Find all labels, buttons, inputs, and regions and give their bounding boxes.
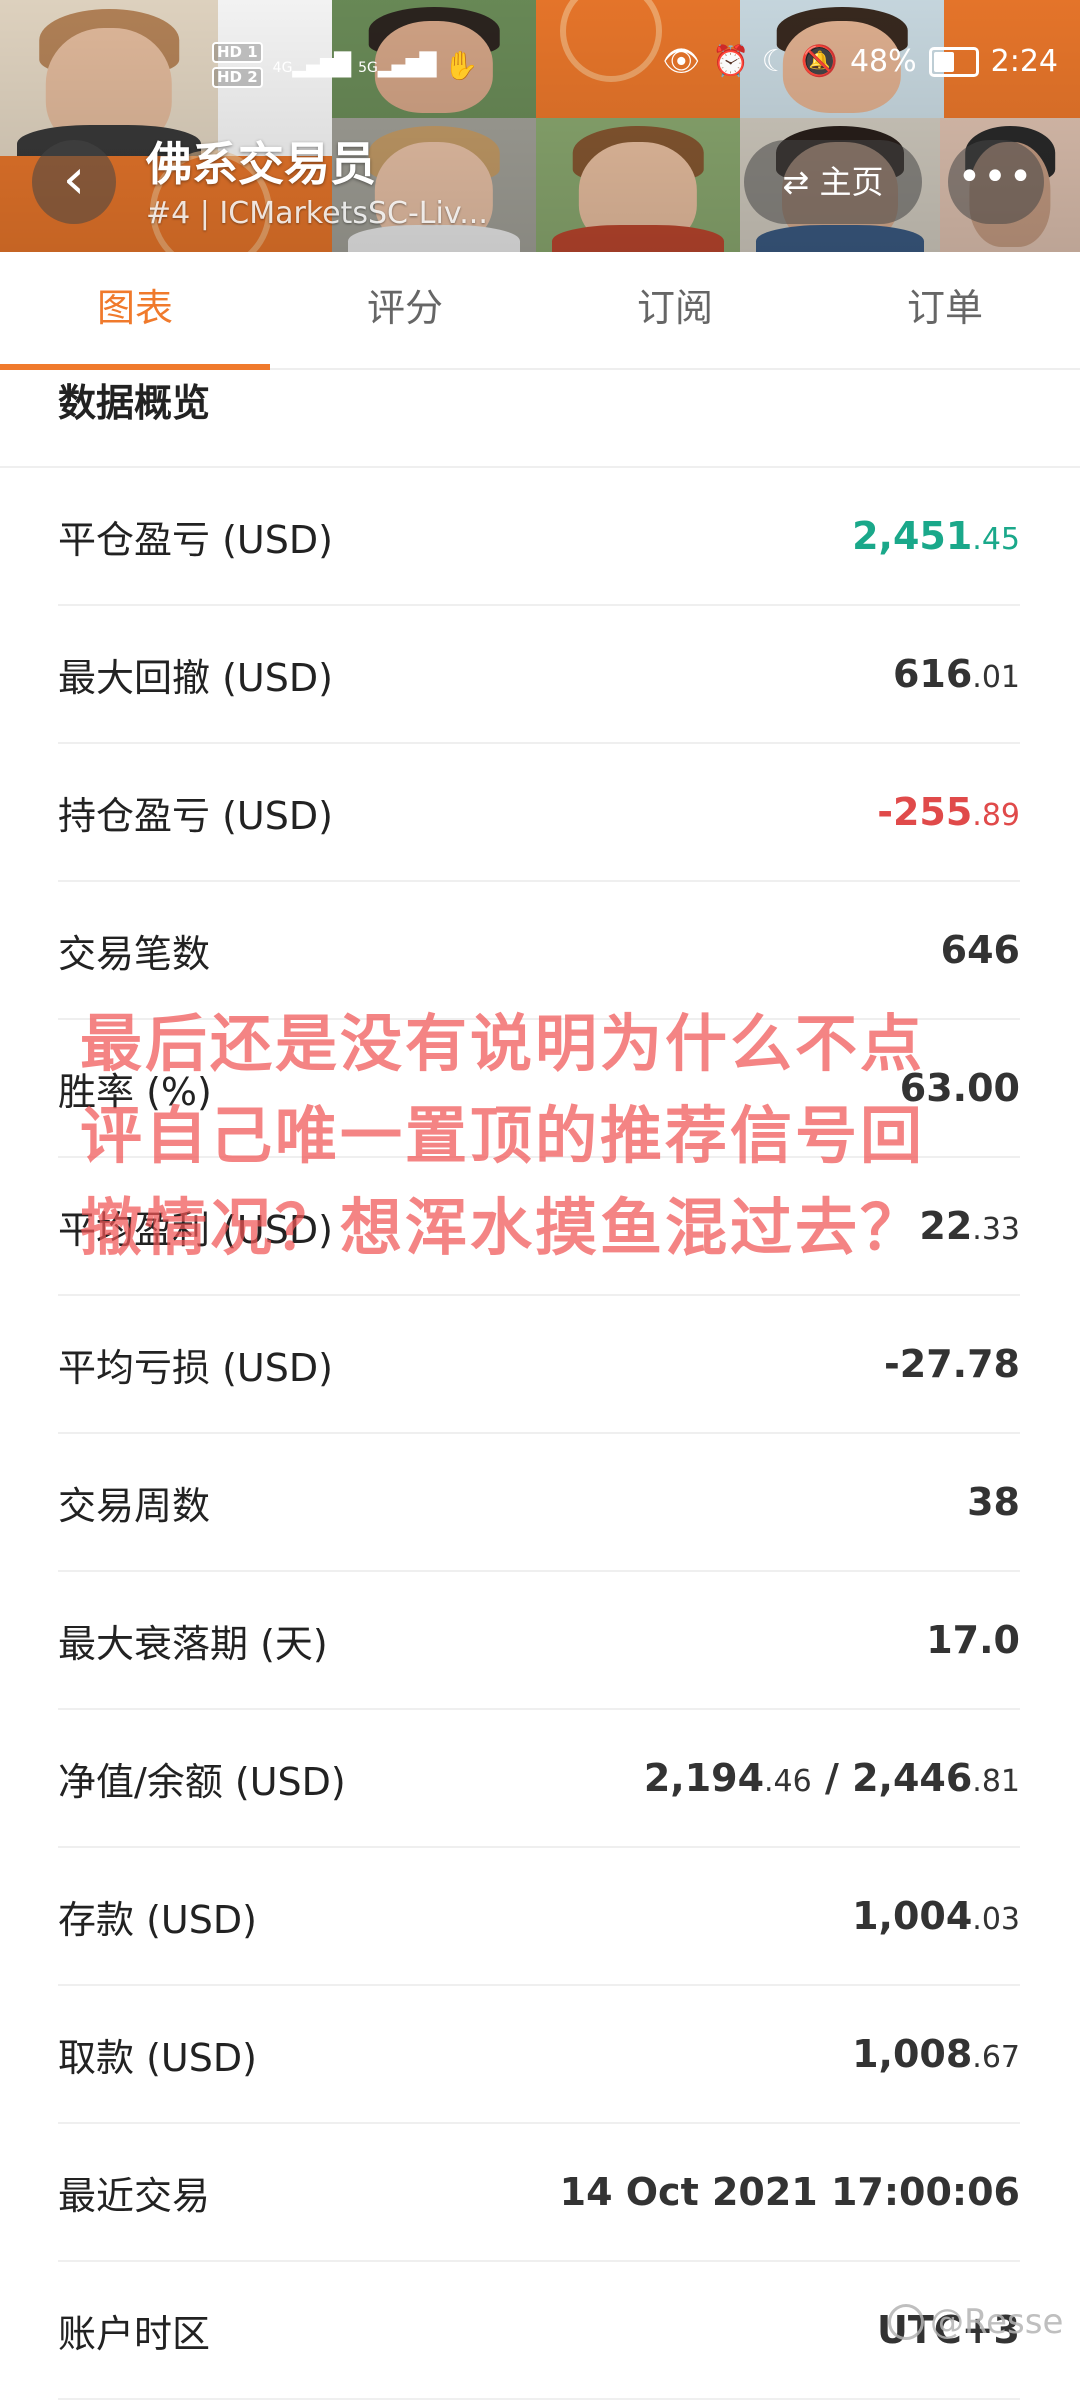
swap-icon: ⇄ [782, 163, 810, 201]
stat-value-integer: 616 [892, 652, 973, 696]
stat-value: 14 Oct 2021 17:00:06 [560, 2170, 1020, 2214]
tab-rating[interactable]: 评分 [270, 252, 540, 368]
stat-label: 最大回撤 (USD) [58, 655, 333, 700]
signal-icon: 5G▂▄▆█ [358, 52, 436, 78]
status-left: HD 1 HD 2 4G▂▄▆█ 5G▂▄▆█ ✋ [212, 42, 478, 88]
stat-row: 交易周数 38 [58, 1434, 1020, 1572]
stat-row: 最大衰落期 (天) 17.0 [58, 1572, 1020, 1710]
stat-row: 持仓盈亏 (USD) -255.89 [58, 744, 1020, 882]
stat-value-integer: 2,451 [852, 514, 973, 558]
stat-value-integer: 17.0 [926, 1618, 1020, 1662]
stat-label: 最近交易 [58, 2173, 211, 2218]
stat-label: 净值/余额 (USD) [58, 1759, 346, 1804]
page-title: 佛系交易员 [146, 137, 376, 191]
section-title: 数据概览 [58, 381, 211, 425]
stat-value-integer: -27.78 [884, 1342, 1020, 1386]
stat-value: 646 [941, 928, 1020, 972]
status-right: 👁 ⏰ ☾ 🔕 48% 2:24 [662, 44, 1058, 79]
stat-label: 平均亏损 (USD) [58, 1345, 333, 1390]
stat-value: 1,008.67 [852, 2032, 1020, 2076]
stat-label: 持仓盈亏 (USD) [58, 793, 333, 838]
stat-value-decimal: .33 [972, 1212, 1020, 1247]
chevron-left-icon: ‹ [62, 147, 86, 212]
signal-icon: 4G▂▄▆█ [272, 52, 351, 78]
sim-indicators: HD 1 HD 2 [212, 42, 263, 88]
alarm-icon: ⏰ [712, 44, 750, 79]
stat-value-decimal: .45 [972, 522, 1020, 557]
stat-value-decimal: .01 [972, 660, 1020, 695]
tab-subscribe[interactable]: 订阅 [540, 252, 810, 368]
stat-value-decimal: .03 [972, 1902, 1020, 1937]
battery-percent: 48% [849, 44, 917, 79]
stat-value-decimal: .67 [972, 2040, 1020, 2075]
home-button-label: 主页 [819, 163, 884, 201]
weibo-icon [888, 2304, 924, 2340]
stat-value-decimal: .89 [972, 798, 1020, 833]
status-bar: HD 1 HD 2 4G▂▄▆█ 5G▂▄▆█ ✋ 👁 ⏰ ☾ 🔕 48% 2:… [0, 40, 1080, 90]
stat-value-integer: 14 Oct 2021 17:00:06 [559, 2170, 1020, 2214]
stat-row: 最大回撤 (USD) 616.01 [58, 606, 1020, 744]
account-subtitle: #4 | ICMarketsSC-Liv... [146, 196, 488, 231]
home-button[interactable]: ⇄ 主页 [744, 140, 922, 224]
stat-label: 平仓盈亏 (USD) [58, 517, 333, 562]
watermark-text: @Resse [930, 2302, 1064, 2342]
stat-value-integer: 1,008 [852, 2032, 973, 2076]
stat-label: 账户时区 [58, 2311, 211, 2356]
stat-row: 平仓盈亏 (USD) 2,451.45 [58, 468, 1020, 606]
hd2-badge: HD 2 [212, 67, 263, 88]
tab-chart[interactable]: 图表 [0, 252, 270, 370]
more-icon: ••• [957, 154, 1035, 200]
stat-row: 净值/余额 (USD) 2,194.46 / 2,446.81 [58, 1710, 1020, 1848]
stat-value-integer: / 2,446 [811, 1756, 973, 1800]
stat-value-integer: -255 [877, 790, 973, 834]
stat-value-integer: 38 [967, 1480, 1020, 1524]
stat-value: -27.78 [884, 1342, 1020, 1386]
stat-value-decimal: .81 [972, 1764, 1020, 1799]
clock: 2:24 [990, 44, 1058, 79]
network-label: 4G [272, 59, 293, 76]
stat-value: 1,004.03 [852, 1894, 1020, 1938]
stat-label: 取款 (USD) [58, 2035, 257, 2080]
tab-bar: 图表 评分 订阅 订单 [0, 252, 1080, 370]
network-label: 5G [358, 59, 378, 76]
stat-value-integer: 1,004 [852, 1894, 973, 1938]
stat-value-decimal: .46 [764, 1764, 812, 1799]
stat-row: 账户时区 UTC+3 [58, 2262, 1020, 2400]
hd1-badge: HD 1 [212, 42, 263, 63]
stats-list: 平仓盈亏 (USD) 2,451.45 最大回撤 (USD) 616.01 持仓盈亏 (… [58, 468, 1020, 2400]
moon-icon: ☾ [761, 44, 789, 79]
profile-header: HD 1 HD 2 4G▂▄▆█ 5G▂▄▆█ ✋ 👁 ⏰ ☾ 🔕 48% 2:… [0, 0, 1080, 252]
more-button[interactable]: ••• [948, 140, 1044, 224]
stat-label: 交易周数 [58, 1483, 211, 1528]
stat-value: 38 [967, 1480, 1020, 1524]
stat-value: -255.89 [877, 790, 1020, 834]
tab-orders[interactable]: 订单 [810, 252, 1080, 368]
stat-label: 存款 (USD) [58, 1897, 257, 1942]
stat-value: 616.01 [893, 652, 1020, 696]
stat-row: 存款 (USD) 1,004.03 [58, 1848, 1020, 1986]
stat-row: 取款 (USD) 1,008.67 [58, 1986, 1020, 2124]
stat-label: 最大衰落期 (天) [58, 1621, 328, 1666]
stat-value: 2,451.45 [852, 514, 1020, 558]
overlay-annotation: 最后还是没有说明为什么不点评自己唯一置顶的推荐信号回撤情况？想浑水摸鱼混过去？ [80, 1007, 926, 1264]
mute-icon: 🔕 [800, 44, 838, 79]
stat-value: 2,194.46 / 2,446.81 [644, 1756, 1020, 1800]
stat-row: 最近交易 14 Oct 2021 17:00:06 [58, 2124, 1020, 2262]
back-button[interactable]: ‹ [32, 140, 116, 224]
watermark: @Resse [888, 2302, 1063, 2342]
eye-icon: 👁 [662, 44, 701, 79]
stat-value-integer: 646 [940, 928, 1020, 972]
stat-value-integer: 2,194 [643, 1756, 765, 1800]
stat-label: 交易笔数 [58, 931, 211, 976]
hand-icon: ✋ [443, 48, 479, 82]
battery-icon [928, 46, 979, 77]
stat-value: 17.0 [926, 1618, 1020, 1662]
stat-row: 平均亏损 (USD) -27.78 [58, 1296, 1020, 1434]
